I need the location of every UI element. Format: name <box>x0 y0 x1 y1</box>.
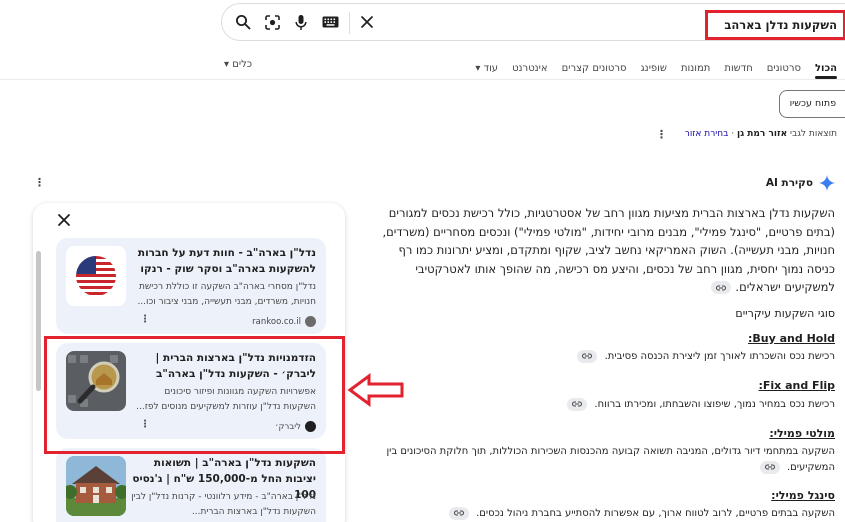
tab-short-videos[interactable]: סרטונים קצרים <box>562 63 627 74</box>
ai-sparkle-icon <box>819 175 835 191</box>
highlight-box <box>44 336 345 454</box>
keyboard-icon[interactable] <box>320 12 340 32</box>
item-desc-fix-flip: רכישת נכס במחיר נמוך, שיפוצו והשבחתו, ומ… <box>365 397 835 413</box>
item-title-multi-family: מולטי פמילי: <box>769 427 835 440</box>
item-desc-text: השקעה בבתים פרטיים, לרוב לטווח ארוך, עם … <box>476 508 835 519</box>
location-line: תוצאות לגבי אזור רמת גן · בחירת אזור <box>685 129 837 139</box>
source-card-snippet: נדל"ן בארה"ב - מידע רלוונטי - קרנות נדל"… <box>131 492 316 517</box>
clear-icon[interactable] <box>357 12 377 32</box>
microphone-icon[interactable] <box>291 12 311 32</box>
item-title-fix-flip: Fix and Flip: <box>758 379 835 392</box>
close-icon[interactable] <box>55 211 73 229</box>
source-card-snippet: נדל"ן מסחרי בארה"ב השקעה זו כוללת רכישת … <box>137 282 316 307</box>
source-card-source: rankoo.co.il <box>252 316 316 327</box>
arrow-left-icon <box>347 373 404 407</box>
item-desc-single-family: השקעה בבתים פרטיים, לרוב לטווח ארוך, עם … <box>365 506 835 522</box>
location-separator: · <box>731 129 735 139</box>
tab-all[interactable]: הכול <box>815 63 837 74</box>
tools-button[interactable]: כלים ▾ <box>224 59 252 70</box>
ai-paragraph-text: השקעות נדלן בארצות הברית מציעות מגוון רח… <box>382 206 835 294</box>
location-more-icon[interactable]: ⋮ <box>656 128 667 141</box>
favicon-icon <box>305 316 316 327</box>
link-icon[interactable] <box>711 281 732 294</box>
panel-scrollbar[interactable] <box>36 251 41 391</box>
ai-overview-more-icon[interactable]: ⋮ <box>34 176 45 189</box>
tab-news[interactable]: חדשות <box>724 63 752 74</box>
ai-overview-paragraph: השקעות נדלן בארצות הברית מציעות מגוון רח… <box>369 204 835 297</box>
lens-icon[interactable] <box>262 12 282 32</box>
item-title-buy-hold: Buy and Hold: <box>748 332 835 345</box>
link-icon[interactable] <box>577 349 598 363</box>
tab-images[interactable]: תמונות <box>681 63 710 74</box>
search-divider <box>349 12 350 34</box>
section-title: סוגי השקעות עיקריים <box>735 307 835 320</box>
item-desc-text: רכישת נכס והשכרתו לאורך זמן ליצירת הכנסה… <box>604 351 835 362</box>
ai-overview-header: סקירת AI <box>766 175 835 191</box>
link-icon[interactable] <box>567 397 588 411</box>
tab-web[interactable]: אינטרנט <box>512 63 548 74</box>
location-area: אזור רמת גן <box>737 129 788 139</box>
link-icon[interactable] <box>759 460 780 474</box>
search-tabs: הכול סרטונים חדשות תמונות שופינג סרטונים… <box>461 58 837 78</box>
location-prefix: תוצאות לגבי <box>790 129 837 139</box>
item-desc-multi-family: השקעה במתחמי דיור גדולים, המניבה תשואה ק… <box>365 444 835 476</box>
open-now-chip[interactable]: פתוח עכשיו <box>779 90 845 118</box>
tab-videos[interactable]: סרטונים <box>767 63 801 74</box>
source-more-icon[interactable]: ⋮ <box>140 314 150 325</box>
item-desc-buy-hold: רכישת נכס והשכרתו לאורך זמן ליצירת הכנסה… <box>365 349 835 365</box>
source-card[interactable]: השקעות נדל"ן בארה"ב | תשואות יציבות החל … <box>56 448 326 522</box>
us-flag-icon <box>66 246 126 306</box>
house-icon <box>66 456 126 516</box>
search-icon[interactable] <box>233 12 253 32</box>
source-name: rankoo.co.il <box>252 316 301 327</box>
search-input[interactable]: השקעות נדלן בארהב <box>705 10 845 40</box>
item-desc-text: רכישת נכס במחיר נמוך, שיפוצו והשבחתו, ומ… <box>594 399 835 410</box>
tab-more[interactable]: עוד ▾ <box>475 63 498 74</box>
item-title-single-family: סינגל פמילי: <box>771 489 835 502</box>
source-card[interactable]: נדל"ן בארה"ב - חוות דעת על חברות להשקעות… <box>56 238 326 334</box>
choose-area-link[interactable]: בחירת אזור <box>685 129 729 139</box>
source-card-title[interactable]: נדל"ן בארה"ב - חוות דעת על חברות להשקעות… <box>131 245 316 277</box>
tab-shopping[interactable]: שופינג <box>641 63 667 74</box>
search-bar: השקעות נדלן בארהב <box>221 3 845 41</box>
tabs-divider <box>0 79 845 80</box>
ai-overview-title: סקירת AI <box>765 177 813 189</box>
link-icon[interactable] <box>448 506 469 520</box>
